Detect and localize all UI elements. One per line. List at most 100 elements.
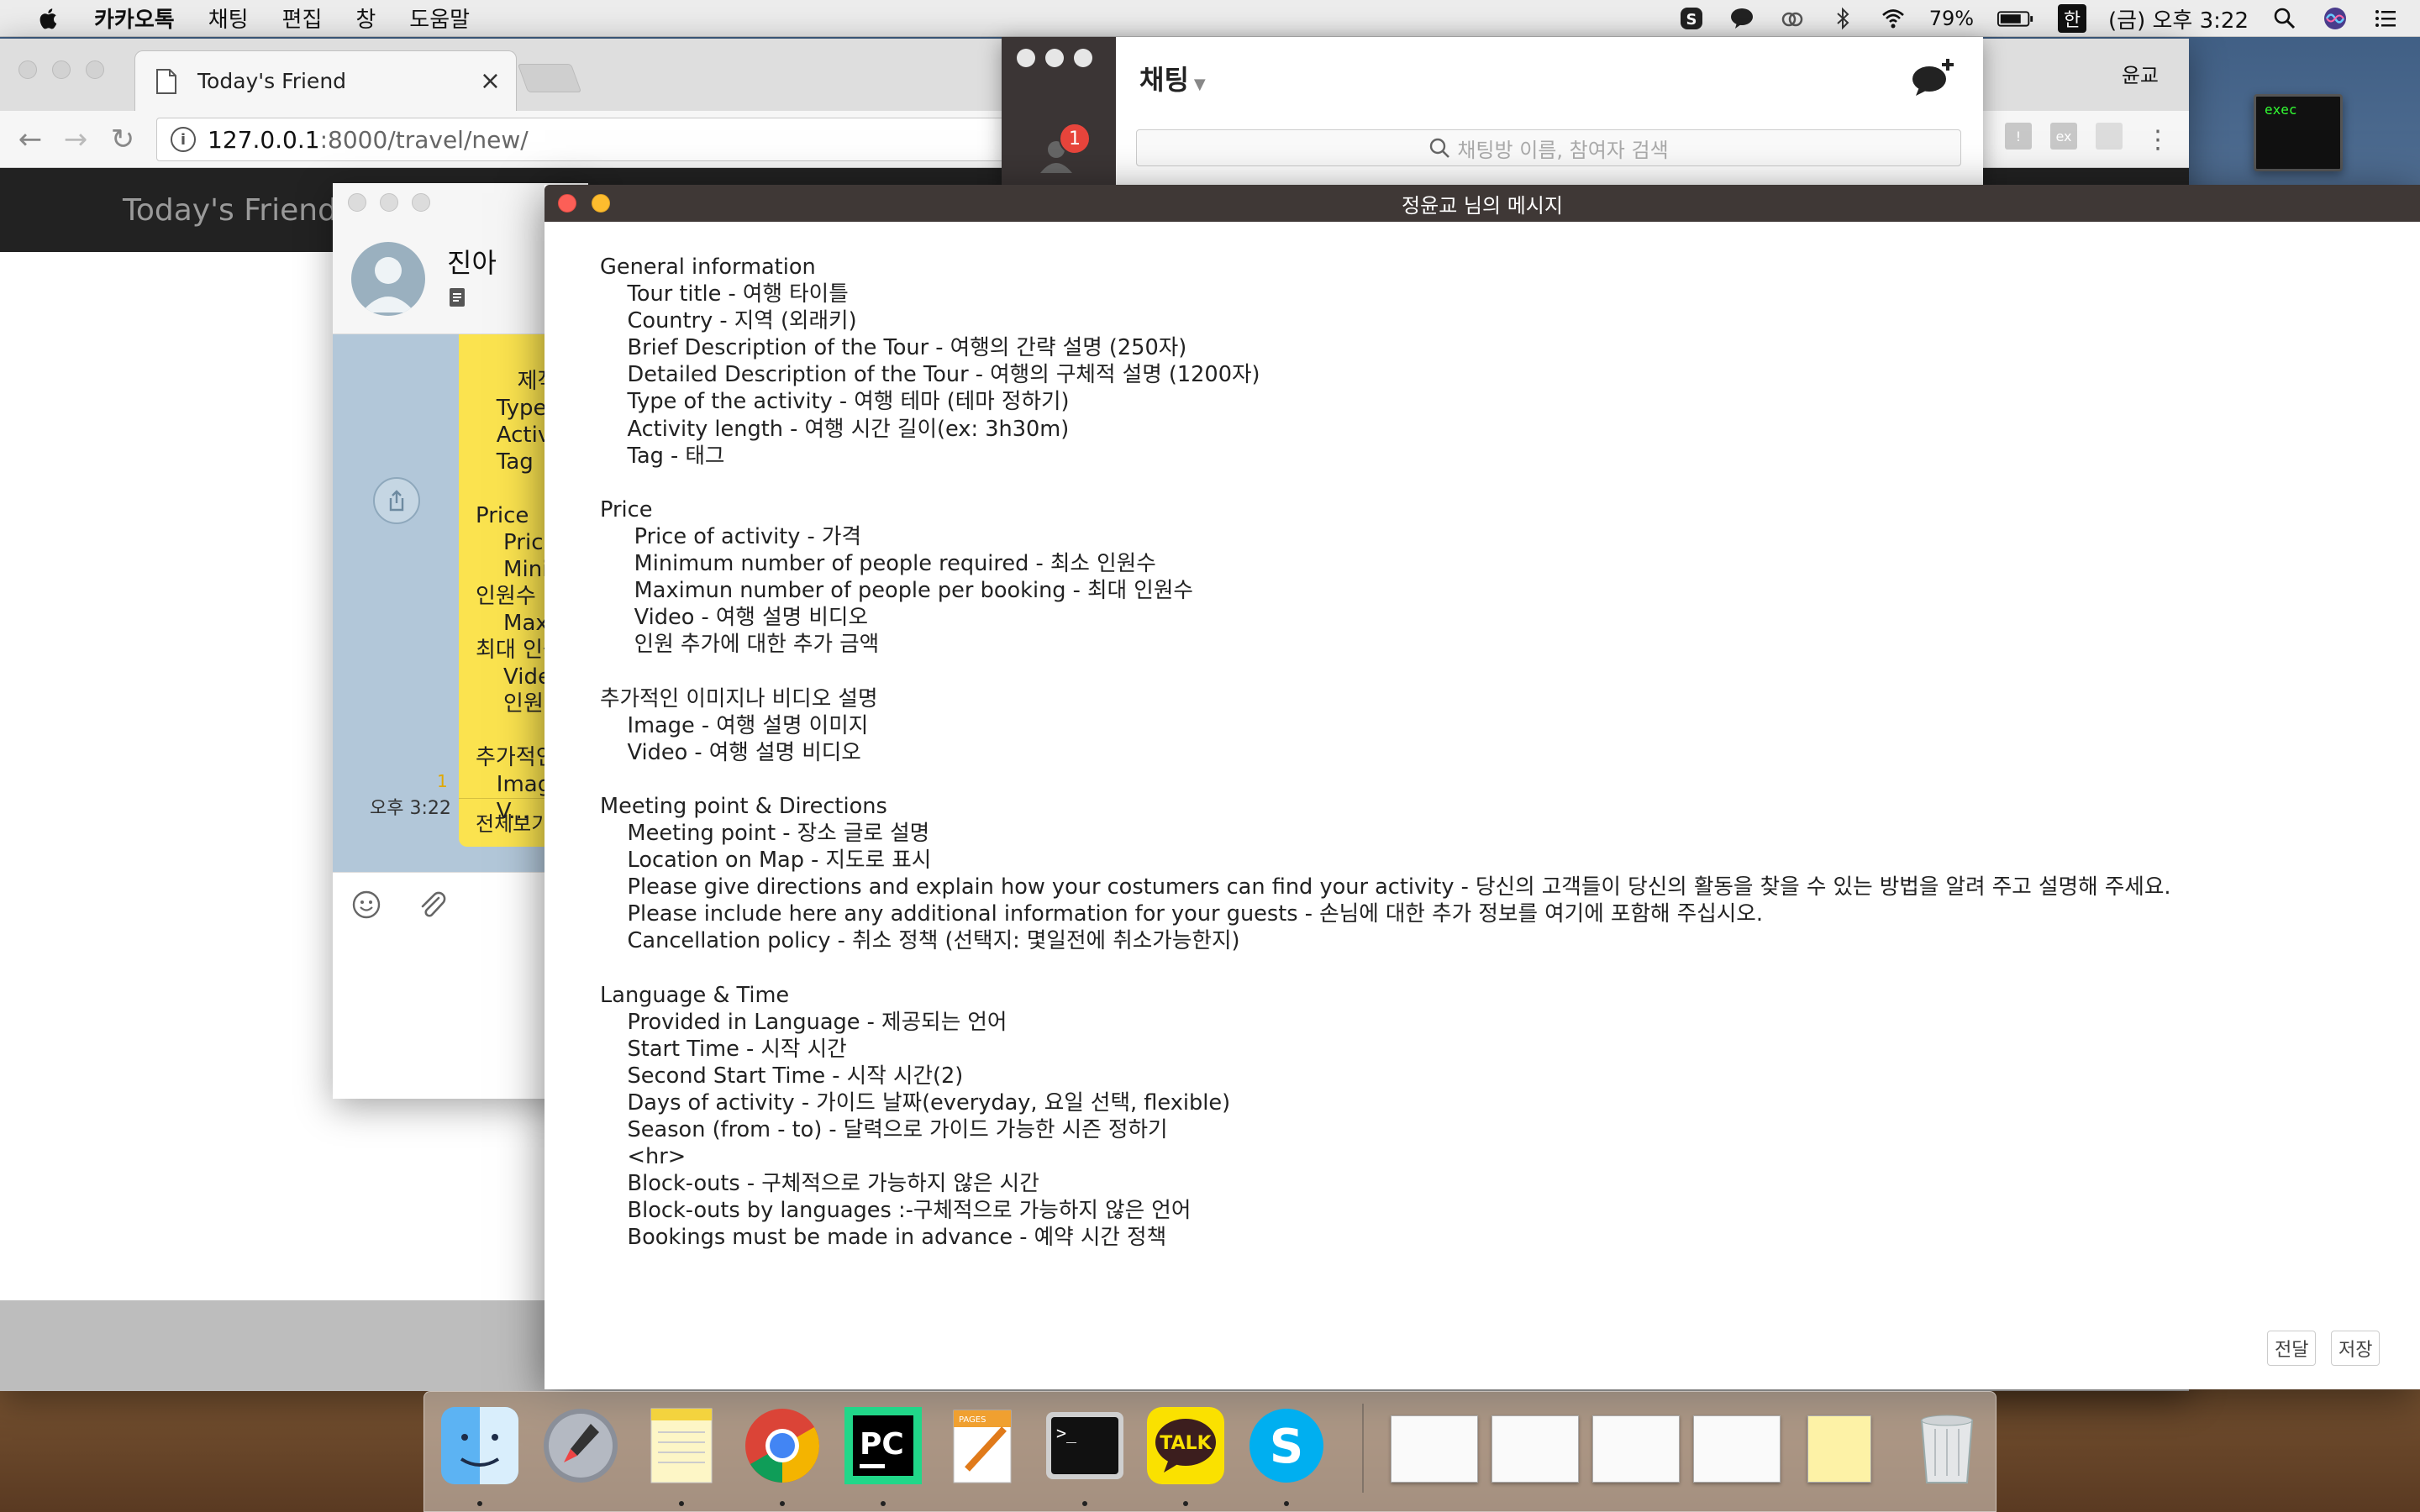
kakaotalk-status-icon[interactable]: [1728, 4, 1756, 33]
pycharm-icon-label: PC: [860, 1427, 904, 1462]
running-indicator: [477, 1501, 482, 1506]
kakaotalk-icon-label: TALK: [1160, 1433, 1212, 1454]
svg-text:S: S: [1270, 1420, 1303, 1474]
launchpad-icon[interactable]: [539, 1404, 623, 1488]
skype-status-icon[interactable]: S: [1677, 4, 1706, 33]
window-close-button[interactable]: [1017, 49, 1035, 67]
window-minimize-button[interactable]: [592, 194, 610, 213]
window-minimize-button[interactable]: [380, 193, 398, 212]
default-profile-icon: [361, 257, 415, 312]
chat-list-window: 1 채팅 ▼ 채팅방 이름, 참여자 검색: [1002, 37, 1983, 193]
running-indicator: [1183, 1501, 1188, 1506]
message-window-title: 정윤교 님의 메시지: [1402, 193, 1563, 218]
menu-clock[interactable]: (금) 오후 3:22: [2108, 3, 2249, 34]
message-body-text[interactable]: General information Tour title - 여행 타이틀 …: [600, 254, 2171, 1251]
input-source-indicator[interactable]: 한: [2058, 4, 2087, 33]
battery-icon[interactable]: [1996, 4, 2036, 33]
window-close-button[interactable]: [18, 60, 37, 79]
running-indicator: [881, 1501, 886, 1506]
running-indicator: [1082, 1501, 1087, 1506]
terminal-icon[interactable]: >_: [1043, 1404, 1127, 1488]
kakaotalk-icon[interactable]: TALK: [1144, 1404, 1228, 1488]
menu-app-name[interactable]: 카카오톡: [94, 3, 175, 34]
dock: PC PAGES >_ TALK S: [424, 1391, 1996, 1512]
forward-button[interactable]: 전달: [2267, 1331, 2317, 1366]
back-icon[interactable]: ←: [13, 123, 47, 156]
notification-center-icon[interactable]: [2371, 4, 2400, 33]
menu-help[interactable]: 도움말: [409, 3, 470, 34]
menu-window[interactable]: 창: [355, 3, 376, 34]
contact-name: 진아: [447, 247, 497, 279]
menu-edit[interactable]: 편집: [282, 3, 323, 34]
message-time: 오후 3:22: [370, 798, 451, 819]
wifi-icon[interactable]: [1879, 4, 1907, 33]
unread-count: 1: [437, 771, 448, 791]
message-window-titlebar: 정윤교 님의 메시지: [544, 185, 2420, 222]
svg-text:S: S: [1686, 11, 1697, 29]
chrome-icon[interactable]: [740, 1404, 824, 1488]
terminal-thumbnail-label: exec: [2265, 102, 2297, 118]
dropdown-caret-icon[interactable]: ▼: [1194, 76, 1206, 93]
forward-icon[interactable]: →: [59, 123, 92, 156]
search-placeholder: 채팅방 이름, 참여자 검색: [1457, 138, 1669, 162]
emoticon-icon[interactable]: [351, 890, 381, 920]
cast-icon[interactable]: [2096, 123, 2123, 150]
window-minimize-button[interactable]: [52, 60, 71, 79]
window-zoom-button[interactable]: [412, 193, 430, 212]
running-indicator: [1284, 1501, 1289, 1506]
save-button[interactable]: 저장: [2331, 1331, 2381, 1366]
battery-percent: 79%: [1928, 7, 1975, 30]
chat-search-input[interactable]: 채팅방 이름, 참여자 검색: [1136, 129, 1961, 166]
window-zoom-button[interactable]: [86, 60, 104, 79]
pycharm-icon[interactable]: PC: [841, 1404, 925, 1488]
new-tab-button[interactable]: [517, 64, 582, 92]
running-indicator: [780, 1501, 785, 1506]
browser-profile-name[interactable]: 윤교: [2122, 59, 2159, 88]
window-close-button[interactable]: [348, 193, 366, 212]
minimized-window-thumbnail[interactable]: [1693, 1415, 1781, 1483]
finder-icon[interactable]: [438, 1404, 522, 1488]
url-path: :8000/travel/new/: [319, 125, 529, 154]
window-zoom-button[interactable]: [1074, 49, 1092, 67]
reload-icon[interactable]: ↻: [106, 123, 139, 156]
page-icon: [156, 68, 176, 94]
trash-icon[interactable]: [1905, 1404, 1989, 1488]
menu-chat[interactable]: 채팅: [208, 3, 249, 34]
tab-title: Today's Friend: [197, 69, 347, 93]
window-close-button[interactable]: [558, 194, 576, 213]
chat-list-sidebar: 1: [1002, 37, 1116, 193]
pages-icon[interactable]: PAGES: [942, 1404, 1026, 1488]
extension-icon[interactable]: !: [2005, 123, 2032, 150]
tab-close-icon[interactable]: ×: [480, 66, 501, 96]
chat-list-title-text: 채팅: [1139, 64, 1189, 96]
site-info-icon[interactable]: i: [171, 127, 196, 152]
extension-icon[interactable]: ex: [2050, 123, 2077, 150]
minimized-window-thumbnail[interactable]: [1491, 1415, 1579, 1483]
site-brand[interactable]: Today's Friend: [123, 193, 337, 228]
memo-icon[interactable]: [449, 287, 466, 307]
chat-list-title[interactable]: 채팅 ▼: [1139, 59, 1206, 97]
terminal-icon-label: >_: [1056, 1423, 1077, 1443]
pages-icon-label: PAGES: [959, 1415, 986, 1425]
new-chat-icon[interactable]: [1909, 55, 1958, 97]
siri-icon[interactable]: [2321, 4, 2349, 33]
creative-cloud-icon[interactable]: [1778, 4, 1807, 33]
minimized-window-thumbnail[interactable]: [1391, 1415, 1478, 1483]
message-detail-window: 정윤교 님의 메시지 General information Tour titl…: [544, 185, 2420, 1389]
minimized-window-thumbnail[interactable]: [1807, 1415, 1871, 1483]
attachment-icon[interactable]: [415, 888, 449, 921]
browser-tab[interactable]: Today's Friend ×: [134, 50, 517, 111]
minimized-window-thumbnail[interactable]: [1592, 1415, 1680, 1483]
apple-menu-icon[interactable]: [30, 0, 67, 37]
skype-icon[interactable]: S: [1244, 1404, 1328, 1488]
share-icon[interactable]: [373, 477, 420, 524]
search-icon: [1430, 138, 1450, 158]
window-minimize-button[interactable]: [1045, 49, 1064, 67]
bluetooth-icon[interactable]: [1828, 4, 1857, 33]
url-host: 127.0.0.1: [208, 125, 320, 154]
terminal-window-thumbnail[interactable]: exec: [2254, 94, 2343, 171]
avatar[interactable]: [351, 242, 425, 316]
browser-menu-icon[interactable]: ⋮: [2141, 123, 2175, 156]
notes-icon[interactable]: [639, 1404, 723, 1488]
spotlight-search-icon[interactable]: [2270, 4, 2299, 33]
